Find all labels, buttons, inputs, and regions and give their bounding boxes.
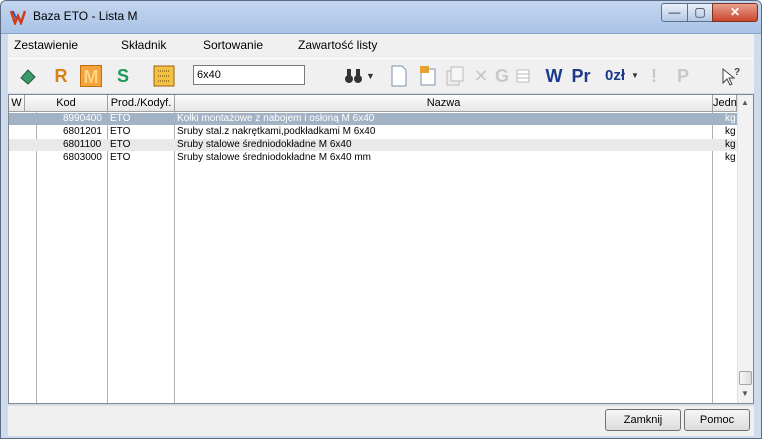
svg-text:?: ? — [734, 67, 740, 78]
vertical-scrollbar[interactable]: ▲ ▼ — [737, 95, 753, 403]
app-window: Baza ETO - Lista M — ▢ ✕ Zestawienie Skł… — [0, 0, 762, 439]
new-document-icon[interactable] — [390, 65, 408, 87]
minimize-button[interactable]: — — [661, 3, 688, 22]
app-logo-icon — [10, 10, 26, 25]
cell-prod: ETO — [110, 152, 131, 163]
zamknij-button[interactable]: Zamknij — [605, 409, 681, 431]
pomoc-button[interactable]: Pomoc — [684, 409, 750, 431]
column-header-prod[interactable]: Prod./Kodyf. — [108, 95, 175, 112]
pr-button[interactable]: Pr — [568, 65, 594, 87]
alphabetical-sort-icon[interactable] — [153, 65, 175, 87]
column-header-nazwa[interactable]: Nazwa — [175, 95, 713, 112]
cell-jedn: kg — [725, 126, 736, 137]
column-header-kod[interactable]: Kod — [25, 95, 108, 112]
cell-prod: ETO — [110, 139, 131, 150]
cell-nazwa: Śruby stal.z nakrętkami,podkładkami M 6x… — [177, 126, 376, 137]
binoculars-dropdown-icon[interactable]: ▼ — [366, 65, 375, 87]
title-bar[interactable]: Baza ETO - Lista M — ▢ ✕ — [1, 1, 761, 34]
cell-prod: ETO — [110, 113, 131, 124]
cell-kod: 6801100 — [63, 139, 102, 150]
menu-bar: Zestawienie Składnik Sortowanie Zawartoś… — [8, 34, 754, 58]
cell-prod: ETO — [110, 126, 131, 137]
exclamation-button: ! — [651, 66, 657, 86]
close-icon: ✕ — [729, 5, 741, 19]
cell-kod: 6801201 — [63, 126, 102, 137]
menu-skladnik[interactable]: Składnik — [121, 38, 166, 52]
minimize-icon: — — [668, 5, 681, 19]
s-button[interactable]: S — [114, 65, 132, 87]
close-button[interactable]: ✕ — [712, 3, 758, 22]
cell-jedn: kg — [725, 152, 736, 163]
cell-kod: 8990400 — [63, 113, 102, 124]
menu-zestawienie[interactable]: Zestawienie — [14, 38, 78, 52]
maximize-icon: ▢ — [694, 5, 706, 19]
g-button: G — [495, 66, 510, 86]
help-pointer-icon[interactable]: ? — [720, 65, 742, 87]
menu-zawartosc-listy[interactable]: Zawartość listy — [298, 38, 377, 52]
cell-nazwa: Śruby stalowe średniodokładne M 6x40 mm — [177, 152, 371, 163]
table-icon — [516, 69, 530, 83]
toolbar: R M S ▼ ✕ G — [8, 58, 754, 93]
search-input[interactable] — [193, 65, 305, 85]
column-header-jedn[interactable]: Jedn — [713, 95, 737, 112]
scroll-down-icon[interactable]: ▼ — [741, 389, 749, 398]
m-button[interactable]: M — [80, 65, 102, 87]
w-button[interactable]: W — [544, 65, 564, 87]
maximize-button[interactable]: ▢ — [687, 3, 713, 22]
currency-dropdown-icon[interactable]: ▼ — [631, 65, 639, 87]
p-button: P — [676, 66, 689, 86]
window-title: Baza ETO - Lista M — [33, 9, 138, 23]
cell-jedn: kg — [725, 139, 736, 150]
bottom-bar: Zamknij Pomoc — [8, 405, 754, 436]
cell-kod: 6803000 — [63, 152, 102, 163]
column-header-w[interactable]: W — [9, 95, 25, 112]
currency-button[interactable]: 0zł — [600, 65, 630, 87]
properties-icon[interactable] — [418, 65, 438, 87]
cell-nazwa: Śruby stalowe średniodokładne M 6x40 — [177, 139, 352, 150]
table-row[interactable]: 6801100 ETO Śruby stalowe średniodokładn… — [9, 139, 737, 151]
scrollbar-thumb[interactable] — [739, 371, 752, 385]
cell-jedn: kg — [725, 113, 736, 124]
items-table: W Kod Prod./Kodyf. Nazwa Jedn 8990400 ET… — [8, 94, 754, 404]
r-button[interactable]: R — [52, 65, 70, 87]
binoculars-icon[interactable] — [343, 65, 365, 87]
eraser-icon[interactable] — [18, 65, 38, 87]
delete-icon: ✕ — [473, 66, 489, 86]
copy-icon — [446, 66, 464, 86]
scroll-up-icon[interactable]: ▲ — [741, 98, 749, 107]
table-row[interactable]: 8990400 ETO Kołki montażowe z nabojem i … — [9, 113, 737, 125]
table-row[interactable]: 6801201 ETO Śruby stal.z nakrętkami,podk… — [9, 126, 737, 138]
cell-nazwa: Kołki montażowe z nabojem i osłoną M 6x4… — [177, 113, 375, 124]
table-row[interactable]: 6803000 ETO Śruby stalowe średniodokładn… — [9, 152, 737, 164]
menu-sortowanie[interactable]: Sortowanie — [203, 38, 263, 52]
